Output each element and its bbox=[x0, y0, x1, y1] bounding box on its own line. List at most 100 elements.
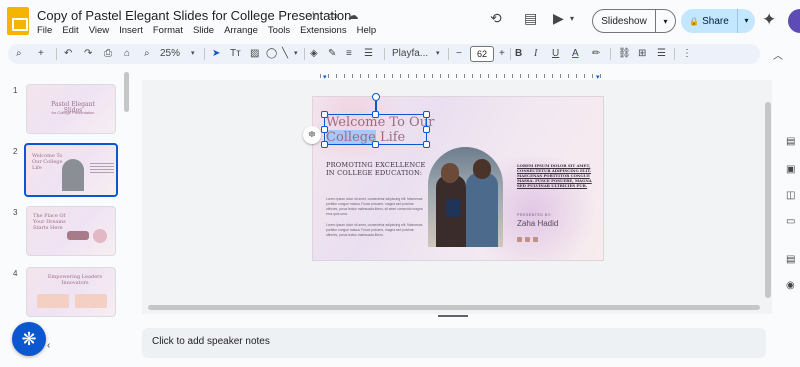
print-icon[interactable]: ⎙ bbox=[104, 47, 112, 61]
vertical-scrollbar[interactable] bbox=[765, 102, 771, 298]
meet-dropdown-icon[interactable]: ▾ bbox=[570, 14, 574, 23]
text-color-icon[interactable]: A bbox=[572, 47, 579, 61]
share-label[interactable]: Share bbox=[681, 16, 737, 27]
menu-view[interactable]: View bbox=[89, 25, 109, 36]
slide-thumbnail-3[interactable]: The Place Of Your Dreams Starts Here bbox=[26, 206, 116, 256]
history-icon[interactable]: ⟲ bbox=[490, 10, 502, 27]
presented-by-label[interactable]: PRESENTED BY: bbox=[517, 213, 552, 217]
avatar[interactable] bbox=[788, 9, 800, 33]
text-box-icon[interactable]: Tт bbox=[230, 47, 241, 61]
right-indent-marker-icon[interactable]: ▾ bbox=[596, 73, 600, 81]
menu-slide[interactable]: Slide bbox=[193, 25, 214, 36]
slide-thumbnail-4[interactable]: Empowering Leaders Innovators bbox=[26, 267, 116, 317]
resize-handle[interactable] bbox=[423, 111, 430, 118]
border-color-icon[interactable]: ✎ bbox=[328, 47, 336, 61]
add-comment-icon[interactable]: ⊞ bbox=[638, 47, 646, 61]
menu-insert[interactable]: Insert bbox=[119, 25, 143, 36]
calendar-icon[interactable]: ▤ bbox=[786, 136, 795, 147]
notes-resize-handle[interactable] bbox=[438, 315, 468, 317]
horizontal-scrollbar[interactable] bbox=[148, 305, 760, 310]
slide-paragraph[interactable]: Lorem ipsum dolor sit amet, consectetur … bbox=[326, 197, 426, 217]
filmstrip-scrollbar[interactable] bbox=[124, 72, 129, 112]
border-dash-icon[interactable]: ☰ bbox=[364, 47, 373, 61]
menu-file[interactable]: File bbox=[37, 25, 52, 36]
cloud-status-icon[interactable]: ☁ bbox=[346, 9, 360, 22]
keep-icon[interactable]: ▣ bbox=[786, 164, 795, 175]
present-icon[interactable]: ▤ bbox=[786, 254, 795, 265]
bold-icon[interactable]: B bbox=[515, 47, 522, 61]
slide-heading[interactable]: PROMOTING EXCELLENCE IN COLLEGE EDUCATIO… bbox=[326, 161, 436, 177]
menu-edit[interactable]: Edit bbox=[62, 25, 78, 36]
students-photo[interactable] bbox=[428, 147, 503, 247]
font-select[interactable]: Playfa... bbox=[392, 47, 428, 61]
zoom-select[interactable]: 25% bbox=[160, 47, 180, 61]
new-slide-icon[interactable]: + bbox=[38, 47, 44, 61]
select-cursor-icon[interactable]: ➤ bbox=[212, 47, 220, 61]
search-menus-icon[interactable]: ⌕ bbox=[16, 47, 22, 61]
speaker-notes-placeholder[interactable]: Click to add speaker notes bbox=[152, 336, 270, 347]
insert-link-icon[interactable]: ⛓ bbox=[618, 47, 631, 61]
paint-format-icon[interactable]: ⌂ bbox=[124, 47, 130, 61]
increase-font-size-button[interactable]: + bbox=[499, 47, 505, 61]
italic-icon[interactable]: I bbox=[534, 47, 537, 61]
folder-icon[interactable]: ▭ bbox=[786, 216, 795, 227]
resize-handle[interactable] bbox=[321, 111, 328, 118]
hide-filmstrip-icon[interactable]: ‹ bbox=[47, 340, 50, 351]
text-selection-box[interactable] bbox=[321, 111, 430, 148]
comment-icon[interactable]: ▤ bbox=[524, 10, 537, 27]
border-weight-icon[interactable]: ≡ bbox=[346, 47, 352, 61]
slide-paragraph[interactable]: Lorem ipsum dolor sit amet, consectetur … bbox=[326, 223, 426, 238]
decrease-font-size-button[interactable]: − bbox=[456, 47, 462, 61]
slides-logo-icon[interactable] bbox=[7, 7, 29, 35]
font-size-input[interactable]: 62 bbox=[470, 46, 494, 62]
slide-thumbnail-1[interactable]: Pastel Elegant Slides for College Presen… bbox=[26, 84, 116, 134]
zoom-icon[interactable]: ⌕ bbox=[144, 47, 150, 61]
horizontal-ruler[interactable] bbox=[312, 74, 606, 80]
highlight-color-icon[interactable]: ✏ bbox=[592, 47, 600, 61]
undo-icon[interactable]: ↶ bbox=[64, 47, 72, 61]
resize-handle[interactable] bbox=[423, 141, 430, 148]
indent-marker-icon[interactable]: ▾ bbox=[323, 73, 327, 81]
tasks-icon[interactable]: ◫ bbox=[786, 190, 795, 201]
menu-extensions[interactable]: Extensions bbox=[300, 25, 346, 36]
slide-thumbnail-2[interactable]: Welcome To Our College Life bbox=[24, 143, 118, 197]
underline-icon[interactable]: U bbox=[552, 47, 559, 61]
menu-tools[interactable]: Tools bbox=[268, 25, 290, 36]
zoom-dropdown-icon[interactable]: ▾ bbox=[191, 47, 195, 61]
rotate-handle[interactable] bbox=[372, 93, 380, 101]
resize-handle[interactable] bbox=[321, 126, 328, 133]
speaker-notes[interactable]: Click to add speaker notes bbox=[142, 328, 766, 358]
redo-icon[interactable]: ↷ bbox=[84, 47, 92, 61]
resize-handle[interactable] bbox=[372, 111, 379, 118]
gemini-fab-icon[interactable]: ❋ bbox=[12, 322, 46, 356]
share-dropdown-icon[interactable]: ▾ bbox=[737, 9, 755, 33]
vertical-align-icon[interactable]: ≑ bbox=[303, 126, 321, 144]
resize-handle[interactable] bbox=[321, 141, 328, 148]
slideshow-button[interactable]: Slideshow ▾ bbox=[592, 9, 676, 33]
gemini-icon[interactable]: ✦ bbox=[762, 10, 776, 30]
menu-help[interactable]: Help bbox=[357, 25, 377, 36]
thumb-title: Welcome To Our College Life bbox=[32, 153, 63, 171]
menu-arrange[interactable]: Arrange bbox=[224, 25, 258, 36]
share-button[interactable]: Share ▾ bbox=[681, 9, 755, 33]
menu-format[interactable]: Format bbox=[153, 25, 183, 36]
explore-icon[interactable]: ◉ bbox=[786, 280, 795, 291]
slideshow-dropdown-icon[interactable]: ▾ bbox=[656, 17, 675, 26]
more-options-icon[interactable]: ⋮ bbox=[682, 47, 692, 61]
resize-handle[interactable] bbox=[423, 126, 430, 133]
meet-icon[interactable]: ▶ bbox=[553, 10, 564, 27]
presenter-name[interactable]: Zaha Hadid bbox=[517, 219, 558, 228]
collapse-menus-icon[interactable]: ︿ bbox=[773, 47, 783, 62]
shape-icon[interactable]: ◯ bbox=[266, 47, 277, 61]
fill-color-icon[interactable]: ◈ bbox=[310, 47, 318, 61]
resize-handle[interactable] bbox=[372, 141, 379, 148]
move-folder-icon[interactable]: ▭ bbox=[326, 9, 340, 22]
slideshow-label[interactable]: Slideshow bbox=[593, 16, 655, 27]
line-dropdown-icon[interactable]: ▾ bbox=[294, 47, 298, 61]
image-icon[interactable]: ▨ bbox=[250, 47, 259, 61]
star-icon[interactable]: ☆ bbox=[306, 9, 320, 22]
slide-right-text[interactable]: LOREM IPSUM DOLOR SIT AMET, CONSECTETUR … bbox=[517, 163, 597, 188]
font-dropdown-icon[interactable]: ▾ bbox=[436, 47, 440, 61]
line-icon[interactable]: ╲ bbox=[282, 47, 288, 61]
document-title[interactable]: Copy of Pastel Elegant Slides for Colleg… bbox=[37, 8, 351, 23]
